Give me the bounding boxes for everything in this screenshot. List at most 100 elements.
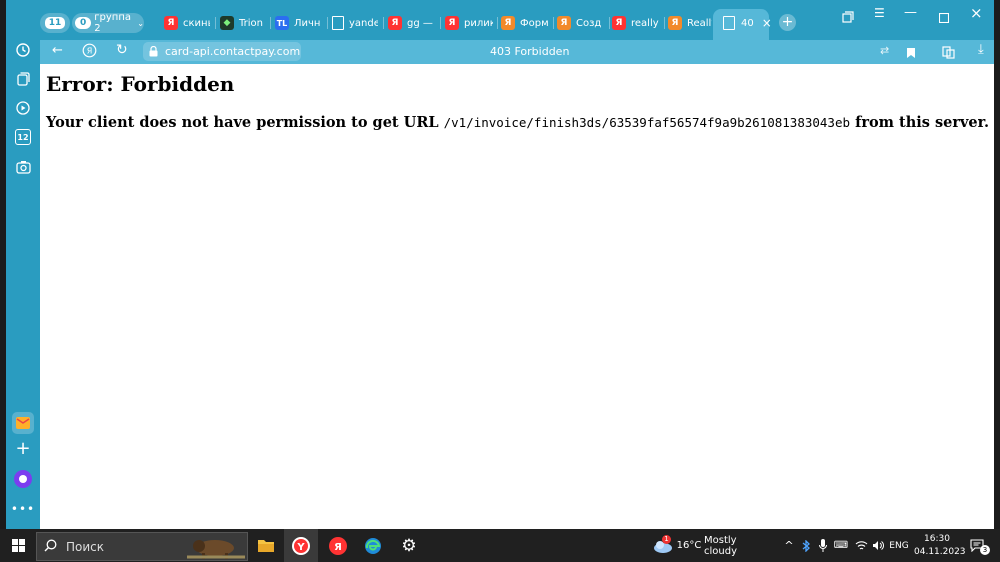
volume-speaker-icon[interactable] bbox=[871, 529, 885, 562]
language-indicator[interactable]: ENG bbox=[887, 529, 911, 562]
video-play-icon[interactable] bbox=[14, 99, 32, 117]
menu-hamburger-icon[interactable]: ☰ bbox=[874, 6, 885, 20]
address-text: card-api.contactpay.com bbox=[165, 45, 301, 58]
weather-alert-badge: 1 bbox=[662, 535, 671, 544]
page-title: 403 Forbidden bbox=[490, 45, 570, 58]
tab-groups-count: 11 bbox=[44, 17, 66, 29]
yandex-favicon-icon: Я bbox=[388, 16, 402, 30]
tl-favicon-icon: TL bbox=[275, 16, 289, 30]
tab-label: скинь bbox=[183, 17, 210, 29]
tab-6[interactable]: Ярилик bbox=[445, 11, 493, 35]
file-explorer-icon[interactable] bbox=[250, 529, 282, 562]
weather-cloud-icon[interactable]: 1 bbox=[650, 529, 674, 562]
tab-group-label: группа 2 bbox=[94, 12, 131, 34]
tab-1[interactable]: Яскинь bbox=[164, 11, 210, 35]
close-tab-icon[interactable]: × bbox=[762, 16, 772, 30]
collections-icon[interactable] bbox=[14, 70, 32, 88]
url-path: /v1/invoice/finish3ds/63539faf56574f9a9b… bbox=[443, 115, 851, 130]
forms-favicon-icon: Я bbox=[557, 16, 571, 30]
tab-label: really bbox=[631, 17, 659, 29]
alice-assistant-icon[interactable] bbox=[14, 470, 32, 488]
tab-10[interactable]: Я Really bbox=[668, 11, 712, 35]
microphone-icon[interactable] bbox=[816, 529, 830, 562]
add-panel-plus-icon[interactable]: + bbox=[14, 438, 32, 459]
mail-icon[interactable] bbox=[12, 412, 34, 434]
screenshot-camera-icon[interactable] bbox=[14, 158, 32, 176]
trion-favicon-icon: ◆ bbox=[220, 16, 234, 30]
back-arrow-icon[interactable]: ← bbox=[52, 43, 63, 58]
tab-label: Trion bbox=[239, 17, 263, 29]
clock-time: 16:30 bbox=[924, 534, 950, 544]
error-heading: Error: Forbidden bbox=[46, 72, 235, 96]
taskbar-search-box[interactable]: Поиск bbox=[36, 532, 248, 561]
address-bar[interactable]: card-api.contactpay.com bbox=[143, 42, 301, 61]
input-method-icon[interactable]: ⌨ bbox=[833, 529, 849, 562]
bookmark-icon[interactable] bbox=[906, 44, 916, 63]
windows-taskbar: Поиск Y Я ⚙ 1 16°C Mostly cloudy ^ ⌨ ENG… bbox=[0, 529, 1000, 562]
forms-favicon-icon: Я bbox=[668, 16, 682, 30]
new-tab-plus-icon[interactable]: + bbox=[779, 14, 796, 31]
weather-temp[interactable]: 16°C bbox=[676, 529, 702, 562]
settings-gear-icon[interactable]: ⚙ bbox=[393, 529, 425, 562]
search-icon bbox=[44, 537, 57, 556]
forms-favicon-icon: Я bbox=[501, 16, 515, 30]
search-highlight-bison-icon bbox=[187, 535, 245, 560]
notification-count-badge: 3 bbox=[980, 545, 990, 555]
tab-7[interactable]: Я Форм bbox=[501, 11, 549, 35]
browser-window: 12 + ••• 11 0 группа 2 ⌄ Яскинь ◆ Trion T… bbox=[6, 0, 994, 529]
tab-label: Созд bbox=[576, 17, 602, 29]
calendar-icon[interactable]: 12 bbox=[14, 128, 32, 146]
tab-8[interactable]: Я Созд bbox=[557, 11, 605, 35]
more-dots-icon[interactable]: ••• bbox=[11, 500, 34, 518]
active-tab-label: 40 bbox=[741, 17, 754, 29]
tab-9[interactable]: Яreally bbox=[612, 11, 660, 35]
svg-text:Я: Я bbox=[87, 47, 93, 56]
tab-label: Личн bbox=[294, 17, 321, 29]
tab-label: рилик bbox=[464, 17, 493, 29]
tab-strip: 11 0 группа 2 ⌄ Яскинь ◆ Trion TL Личн yan… bbox=[6, 0, 994, 40]
notifications-icon[interactable]: 3 bbox=[966, 529, 990, 562]
tab-groups-button[interactable]: 11 bbox=[40, 13, 70, 33]
tab-2[interactable]: ◆ Trion bbox=[220, 11, 266, 35]
tab-5[interactable]: Яgg — bbox=[388, 11, 436, 35]
taskbar-clock[interactable]: 16:30 04.11.2023 bbox=[914, 533, 966, 559]
address-toolbar: ← Я ↻ card-api.contactpay.com 403 Forbid… bbox=[40, 40, 994, 64]
windows-start-icon[interactable] bbox=[2, 529, 34, 562]
yandex-favicon-icon: Я bbox=[612, 16, 626, 30]
wifi-icon[interactable] bbox=[853, 529, 869, 562]
yandex-app-icon[interactable]: Я bbox=[322, 529, 354, 562]
weather-condition[interactable]: Mostly cloudy bbox=[704, 529, 772, 562]
error-message: Your client does not have permission to … bbox=[46, 114, 989, 131]
search-placeholder: Поиск bbox=[66, 539, 105, 554]
translate-icon[interactable]: ⇄ bbox=[880, 44, 889, 57]
yandex-favicon-icon: Я bbox=[164, 16, 178, 30]
yandex-browser-taskbar-icon[interactable]: Y bbox=[284, 529, 318, 562]
edge-browser-icon[interactable] bbox=[357, 529, 389, 562]
svg-text:Я: Я bbox=[334, 542, 342, 553]
tab-label: yande bbox=[349, 17, 378, 29]
tab-4[interactable]: yande bbox=[332, 11, 378, 35]
document-favicon-icon bbox=[723, 16, 735, 30]
message-after: from this server. bbox=[855, 114, 990, 131]
document-favicon-icon bbox=[332, 16, 344, 30]
clock-date: 04.11.2023 bbox=[914, 547, 966, 557]
tab-active[interactable]: 40 × bbox=[713, 9, 772, 40]
tab-group-2[interactable]: 0 группа 2 ⌄ bbox=[72, 12, 144, 34]
history-icon[interactable] bbox=[14, 41, 32, 59]
page-content: Error: Forbidden Your client does not ha… bbox=[40, 64, 994, 529]
show-hidden-icons-chevron-up-icon[interactable]: ^ bbox=[782, 529, 796, 562]
browser-sidebar: 12 + ••• bbox=[6, 0, 40, 529]
reload-icon[interactable]: ↻ bbox=[116, 42, 128, 58]
calendar-badge: 12 bbox=[15, 129, 31, 145]
lock-icon bbox=[149, 42, 158, 61]
tab-manager-icon[interactable] bbox=[842, 8, 854, 27]
yandex-home-icon[interactable]: Я bbox=[82, 43, 97, 62]
minimize-icon[interactable]: — bbox=[904, 5, 917, 20]
maximize-icon[interactable] bbox=[938, 8, 950, 27]
download-icon[interactable]: ⤓ bbox=[978, 42, 984, 57]
close-window-icon[interactable]: × bbox=[970, 4, 983, 22]
message-before: Your client does not have permission to … bbox=[46, 114, 439, 131]
tab-3[interactable]: TL Личн bbox=[275, 11, 323, 35]
collections-toolbar-icon[interactable] bbox=[942, 44, 955, 63]
bluetooth-icon[interactable] bbox=[799, 529, 813, 562]
